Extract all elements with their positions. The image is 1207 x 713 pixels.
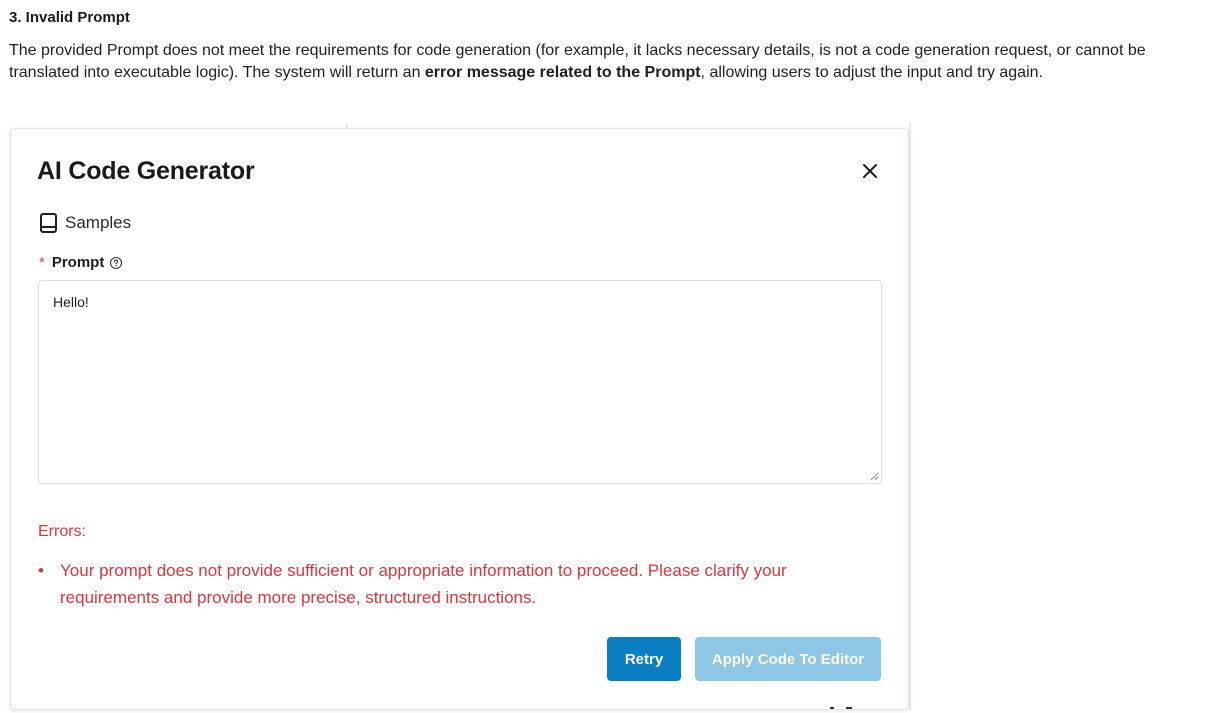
errors-title: Errors: [38,523,86,540]
prompt-label: Prompt [51,254,105,271]
close-button[interactable] [856,157,884,185]
error-message: Your prompt does not provide sufficient … [60,561,787,607]
background-fragment [830,707,852,709]
dialog-title: AI Code Generator [37,157,255,185]
doc-paragraph: The provided Prompt does not meet the re… [9,40,1201,84]
resize-handle-icon[interactable] [870,472,879,481]
prompt-textarea[interactable]: Hello! [38,280,882,484]
doc-paragraph-text-2: , allowing users to adjust the input and… [700,64,1043,81]
samples-label: Samples [65,213,132,232]
bullet-icon: • [38,561,44,580]
required-mark: * [39,254,45,271]
samples-link[interactable]: Samples [39,211,131,235]
error-item: • Your prompt does not provide sufficien… [38,557,858,611]
retry-button[interactable]: Retry [607,637,681,681]
apply-code-to-editor-button[interactable]: Apply Code To Editor [695,637,881,681]
ai-code-generator-dialog: AI Code Generator Samples * Prompt Hello… [10,128,909,710]
question-circle-icon[interactable] [109,256,123,270]
doc-paragraph-bold: error message related to the Prompt [424,64,701,81]
close-icon [863,164,877,178]
prompt-label-row: * Prompt [39,254,123,271]
prompt-value: Hello! [53,294,89,310]
book-icon [40,213,57,233]
doc-heading: 3. Invalid Prompt [9,9,130,26]
background-panel-edge [909,122,911,710]
